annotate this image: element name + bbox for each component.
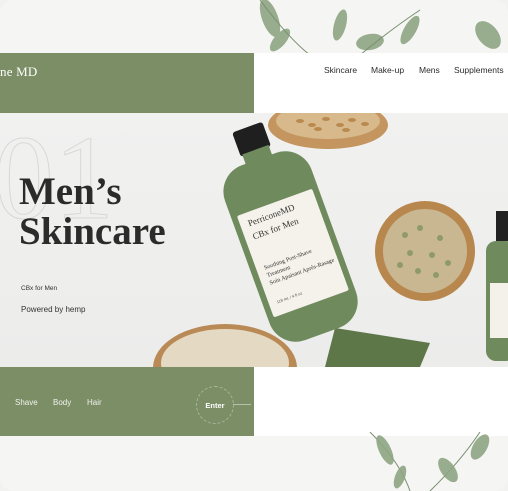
eucalyptus-leaves-decoration <box>259 0 501 55</box>
hero-title-line2: Skincare <box>19 210 166 253</box>
product-tag: CBx for Men <box>21 285 58 292</box>
hero-title: Men’s Skincare <box>19 172 166 252</box>
category-hair[interactable]: Hair <box>87 398 102 407</box>
main-product-bottle: PerriconeMD CBx for Men Soothing Post-Sh… <box>223 122 358 342</box>
nav-item-skincare[interactable]: Skincare <box>324 65 357 75</box>
nav-item-supplements[interactable]: Supplements <box>454 65 504 75</box>
brand-logo[interactable]: ne MD <box>0 64 37 80</box>
hero-title-line1: Men’s <box>19 170 122 213</box>
enter-label: Enter <box>205 400 225 410</box>
enter-button[interactable]: Enter <box>196 386 234 424</box>
footer-white-panel <box>254 367 508 436</box>
category-shave[interactable]: Shave <box>15 398 38 407</box>
category-body[interactable]: Body <box>53 398 71 407</box>
grain-bowl-top <box>268 113 388 149</box>
second-bottle <box>486 211 508 361</box>
header-brand-panel <box>0 53 254 113</box>
powered-by-text: Powered by hemp <box>21 305 86 314</box>
header-nav-panel <box>254 53 508 113</box>
product-pouch <box>325 328 430 367</box>
enter-line-decoration <box>233 404 251 405</box>
eucalyptus-leaves-bottom-decoration <box>369 432 490 491</box>
hemp-seed-bowl <box>375 201 475 301</box>
nav-item-make-up[interactable]: Make-up <box>371 65 404 75</box>
landing-page: ne MD Skincare Make-up Mens Supplements <box>0 0 508 491</box>
nav-item-mens[interactable]: Mens <box>419 65 440 75</box>
